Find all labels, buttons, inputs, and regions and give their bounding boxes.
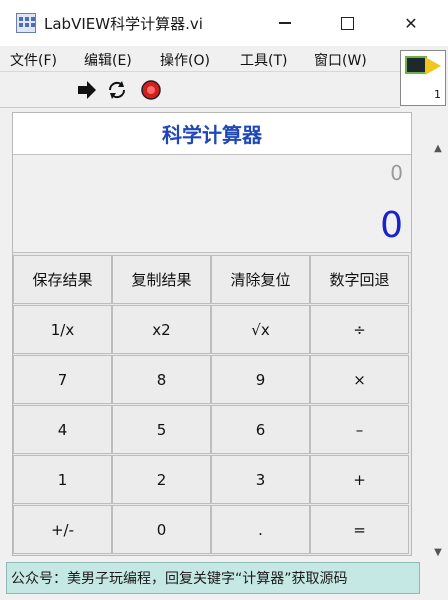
menu-window[interactable]: 窗口(W) [314,50,367,70]
close-icon: ✕ [404,13,418,33]
digit-2-button[interactable]: 2 [112,455,211,504]
abort-stop-icon [141,80,161,100]
oscilloscope-icon [405,56,427,74]
digit-4-button[interactable]: 4 [13,405,112,454]
digit-8-button[interactable]: 8 [112,355,211,404]
subtract-button[interactable]: – [310,405,409,454]
digit-0-button[interactable]: 0 [112,505,211,554]
scroll-up-icon[interactable]: ▲ [428,138,448,158]
digit-5-button[interactable]: 5 [112,405,211,454]
digit-9-button[interactable]: 9 [211,355,310,404]
backspace-button[interactable]: 数字回退 [310,255,409,304]
divide-button[interactable]: ÷ [310,305,409,354]
digit-3-button[interactable]: 3 [211,455,310,504]
abort-button[interactable] [140,79,162,101]
run-continuously-button[interactable] [106,79,128,101]
clear-reset-button[interactable]: 清除复位 [211,255,310,304]
square-button[interactable]: x2 [112,305,211,354]
maximize-icon [340,16,354,30]
minimize-icon [279,22,291,24]
menu-bar: 文件(F) 编辑(E) 操作(O) 工具(T) 窗口(W) [0,46,400,72]
digit-1-button[interactable]: 1 [13,455,112,504]
run-continuously-icon [108,81,126,99]
toolbar [0,72,400,108]
decimal-button[interactable]: . [211,505,310,554]
calculator-panel: 科学计算器 0 0 保存结果 复制结果 清除复位 数字回退 1/x x2 √x … [12,112,412,556]
save-result-button[interactable]: 保存结果 [13,255,112,304]
menu-operate[interactable]: 操作(O) [160,50,210,70]
calculator-display: 0 0 [13,155,411,253]
title-bar: LabVIEW科学计算器.vi ✕ [0,0,448,46]
promo-footer: 公众号：美男子玩编程，回复关键字“计算器”获取源码 [6,562,420,594]
multiply-button[interactable]: × [310,355,409,404]
labview-app-icon [16,13,36,33]
vi-icon-label: 1 [434,88,441,101]
run-arrow-icon [78,81,96,99]
digit-7-button[interactable]: 7 [13,355,112,404]
negate-button[interactable]: +/- [13,505,112,554]
copy-result-button[interactable]: 复制结果 [112,255,211,304]
digit-6-button[interactable]: 6 [211,405,310,454]
menu-file[interactable]: 文件(F) [10,50,57,70]
run-button[interactable] [76,79,98,101]
vi-icon: 1 [400,50,446,106]
vertical-scrollbar[interactable]: ▲ ▼ [428,110,448,562]
expression-display: 0 [390,161,403,185]
add-button[interactable]: + [310,455,409,504]
scroll-down-icon[interactable]: ▼ [428,542,448,562]
maximize-button[interactable] [324,0,370,46]
run-triangle-icon [425,57,441,75]
minimize-button[interactable] [262,0,308,46]
calculator-title: 科学计算器 [13,113,411,155]
close-button[interactable]: ✕ [388,0,434,46]
equals-button[interactable]: = [310,505,409,554]
sqrt-button[interactable]: √x [211,305,310,354]
result-display: 0 [380,205,403,246]
window-title: LabVIEW科学计算器.vi [44,15,203,33]
menu-edit[interactable]: 编辑(E) [84,50,132,70]
reciprocal-button[interactable]: 1/x [13,305,112,354]
menu-tools[interactable]: 工具(T) [240,50,287,70]
